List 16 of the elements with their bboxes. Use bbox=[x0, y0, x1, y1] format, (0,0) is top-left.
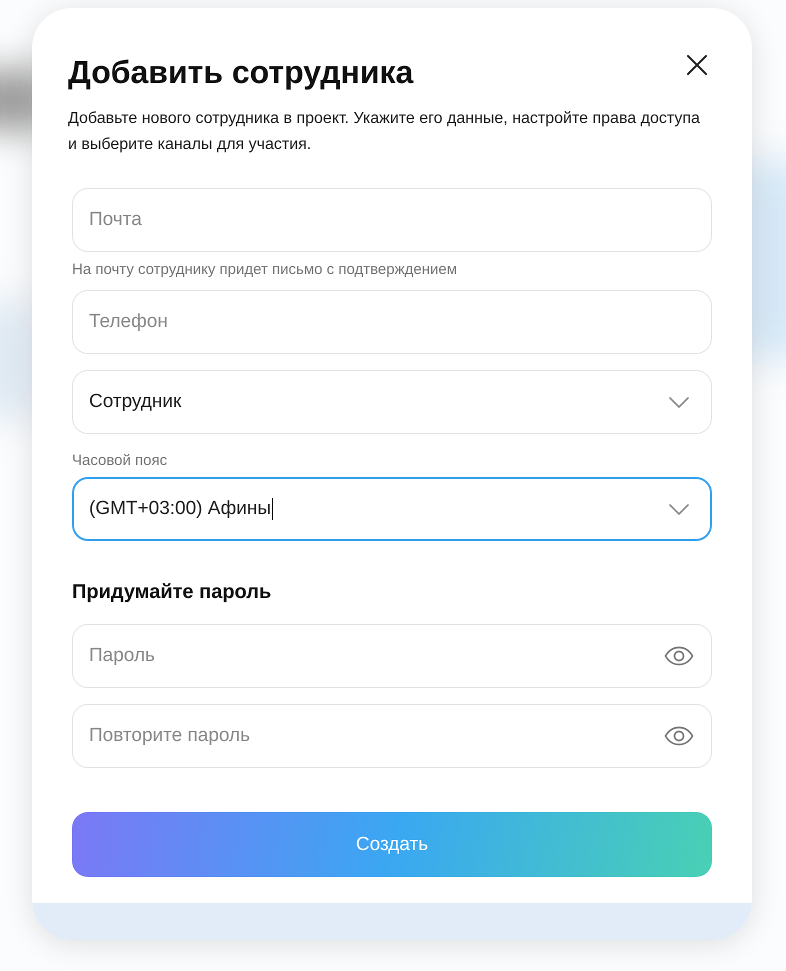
field-label: Часовой пояс bbox=[72, 452, 168, 469]
section-heading: Придумайте пароль bbox=[72, 581, 272, 604]
select-field[interactable]: Сотрудник bbox=[72, 370, 712, 434]
input-field[interactable]: Почта bbox=[72, 188, 712, 252]
close-icon[interactable] bbox=[686, 54, 708, 76]
eye-icon[interactable] bbox=[664, 646, 694, 666]
dialog-title: Добавить сотрудника bbox=[68, 53, 414, 92]
caret-icon bbox=[669, 396, 689, 408]
select-field[interactable]: (GMT+03:00) Афины bbox=[72, 477, 712, 541]
dialog-description: Добавьте нового сотрудника в проект. Укажите его данные, настройте права доступа и выберите каналы для участия. bbox=[68, 109, 701, 155]
password-field[interactable]: Пароль bbox=[72, 624, 712, 688]
field-hint: На почту сотруднику придет письмо с подтверждением bbox=[72, 261, 458, 278]
password-field[interactable]: Повторите пароль bbox=[72, 704, 712, 768]
eye-icon[interactable] bbox=[664, 726, 694, 746]
caret-icon bbox=[669, 504, 689, 514]
input-field[interactable]: Телефон bbox=[72, 290, 712, 354]
